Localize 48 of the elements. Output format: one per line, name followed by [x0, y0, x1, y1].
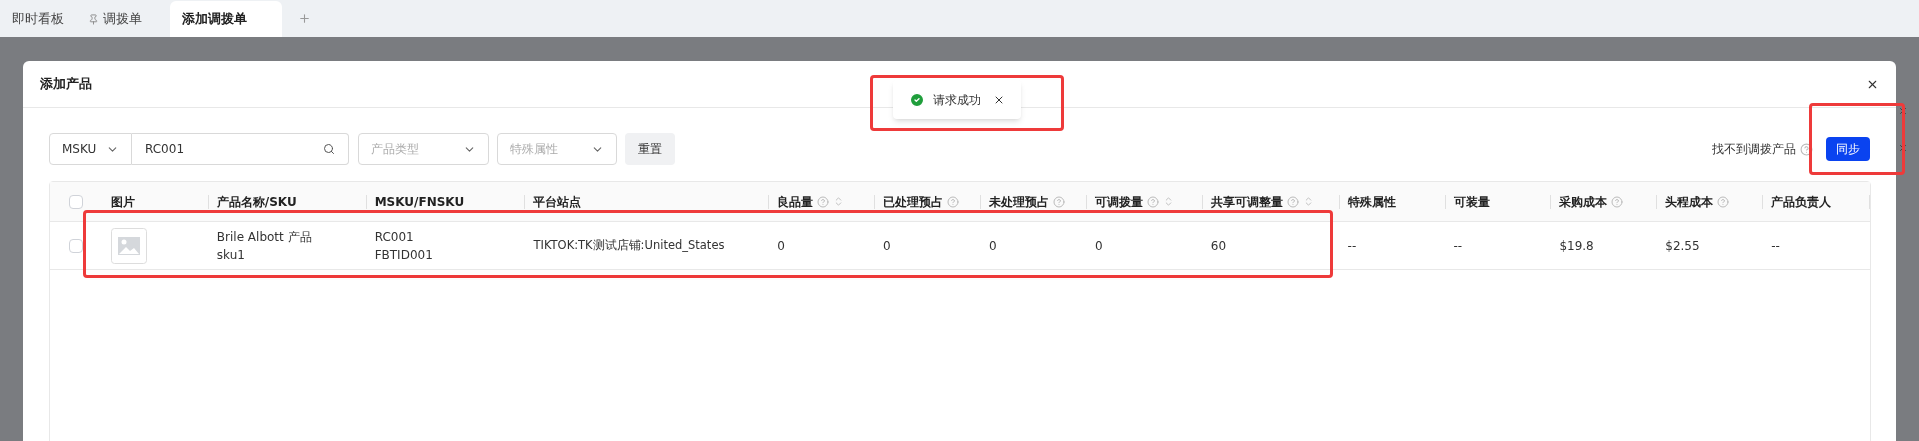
- table-cell: --: [1347, 238, 1357, 253]
- table-cell: --: [1453, 238, 1463, 253]
- product-name: Brile Albott 产品: [216, 228, 313, 246]
- checkbox[interactable]: [69, 194, 84, 209]
- search-field[interactable]: RC001: [132, 133, 349, 165]
- search-icon[interactable]: [323, 143, 335, 155]
- column-header: 已处理预占: [883, 193, 944, 211]
- modal-title: 添加产品: [40, 75, 92, 94]
- table-cell: 0: [883, 238, 891, 253]
- column-header: 未处理预占: [989, 193, 1049, 211]
- column-header: 可装量: [1453, 193, 1490, 211]
- column-header: 图片: [110, 193, 135, 211]
- table-cell: $19.8: [1559, 238, 1594, 253]
- tab[interactable]: 添加调拨单: [170, 1, 282, 37]
- table-cell: 0: [777, 238, 785, 253]
- sku-text: sku1: [216, 246, 246, 264]
- image-placeholder-icon: [110, 227, 147, 264]
- column-header: 产品负责人: [1771, 193, 1832, 211]
- platform-site: TIKTOK:TK测试店铺:United_States: [533, 238, 725, 253]
- msku-text: RC001: [374, 228, 415, 246]
- search-type-select[interactable]: MSKU: [49, 133, 132, 165]
- tab[interactable]: 即时看板: [0, 1, 76, 37]
- table-cell: 0: [1094, 238, 1103, 253]
- column-header: 平台站点: [533, 193, 582, 211]
- toast-message: 请求成功: [933, 91, 981, 109]
- add-tab-icon[interactable]: [298, 12, 311, 25]
- column-header: 头程成本: [1665, 193, 1714, 211]
- column-header: 产品名称/SKU: [216, 193, 297, 211]
- fnsku-text: FBTID001: [374, 246, 434, 264]
- table-cell: 60: [1210, 238, 1227, 253]
- sync-button[interactable]: 同步: [1826, 137, 1870, 161]
- reset-button[interactable]: 重置: [625, 133, 675, 165]
- table-cell: 0: [989, 238, 997, 253]
- tab[interactable]: 调拨单: [76, 1, 154, 37]
- success-icon: [909, 91, 925, 108]
- column-header: 良品量: [777, 193, 814, 211]
- column-header: 共享可调整量: [1210, 193, 1283, 211]
- checkbox[interactable]: [69, 238, 84, 253]
- table-cell: $2.55: [1665, 238, 1700, 253]
- background-close-icon[interactable]: [1898, 143, 1908, 153]
- table-cell: --: [1771, 238, 1780, 253]
- column-header: 采购成本: [1559, 193, 1608, 211]
- column-header: MSKU/FNSKU: [374, 193, 465, 211]
- background-close-icon[interactable]: [1898, 106, 1908, 116]
- column-header: 特殊属性: [1347, 193, 1396, 211]
- not-found-text: 找不到调拨产品: [1712, 141, 1796, 158]
- help-icon[interactable]: [1800, 142, 1813, 156]
- column-header: 可调拨量: [1094, 193, 1143, 211]
